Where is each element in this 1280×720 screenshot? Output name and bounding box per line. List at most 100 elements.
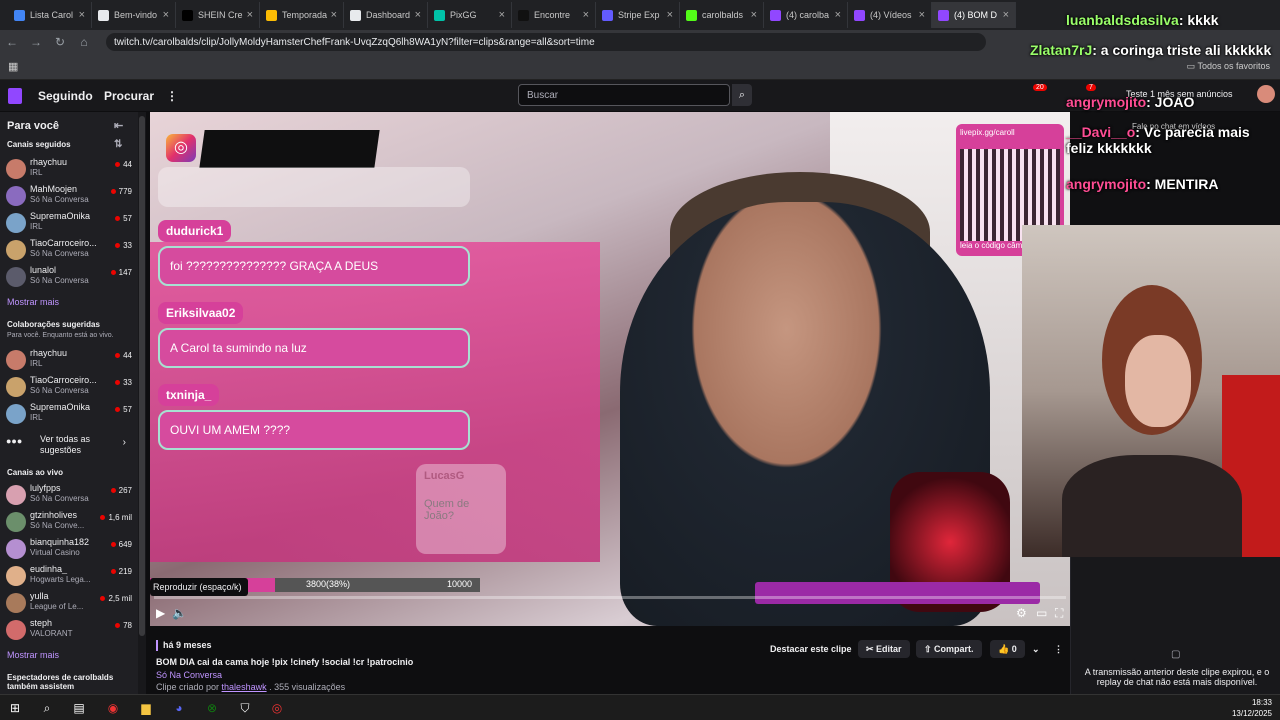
browser-tab[interactable]: PixGG × (428, 2, 512, 28)
sidebar-channel-suggested[interactable]: SupremaOnika IRL 57 (6, 402, 132, 426)
chat-message-bubble: A Carol ta sumindo na luz (158, 328, 470, 368)
back-icon[interactable]: ← (0, 35, 24, 49)
channel-category: Virtual Casino (30, 548, 80, 557)
fullscreen-icon[interactable]: ⛶ (1055, 606, 1063, 621)
chat-message-bubble: OUVI UM AMEM ???? (158, 410, 470, 450)
faded-chat-message (158, 167, 470, 207)
system-clock[interactable]: 18:33 13/12/2025 (1232, 697, 1272, 719)
browse-link[interactable]: Procurar (104, 89, 154, 103)
followed-channels-heading: Canais seguidos (7, 140, 71, 149)
close-tab-icon[interactable]: × (331, 9, 337, 21)
browser-tab[interactable]: (4) BOM D × (932, 2, 1016, 28)
close-tab-icon[interactable]: × (163, 9, 169, 21)
webcam-face (1125, 335, 1191, 427)
url-field[interactable]: twitch.tv/carolbalds/clip/JollyMoldyHams… (106, 33, 986, 51)
video-player[interactable]: ◎ dudurick1 foi ??????????????? GRAÇA A D… (150, 112, 1070, 626)
browser-tab[interactable]: (4) carolba × (764, 2, 848, 28)
scrollbar-thumb[interactable] (139, 116, 145, 636)
theater-mode-icon[interactable]: ▭ (1036, 606, 1047, 620)
screen: Lista Carol × Bem-vindo × SHEIN Cre × Temporad… (0, 0, 1280, 720)
live-channels-heading: Canais ao vivo (7, 468, 64, 477)
sidebar-channel-live[interactable]: bianquinha182 Virtual Casino 649 (6, 537, 132, 561)
browser-tab[interactable]: Stripe Exp × (596, 2, 680, 28)
close-tab-icon[interactable]: × (751, 9, 757, 21)
discord-icon[interactable]: ◕ (170, 699, 188, 717)
collapse-sidebar-icon[interactable]: ⇤ (114, 119, 123, 132)
browser-tab[interactable]: carolbalds × (680, 2, 764, 28)
clock-time: 18:33 (1251, 698, 1272, 707)
close-tab-icon[interactable]: × (79, 9, 85, 21)
sidebar-channel-followed[interactable]: lunalol Só Na Conversa 147 (6, 265, 132, 289)
like-button[interactable]: 👍 0 (990, 640, 1025, 658)
more-menu-icon[interactable]: ⋮ (166, 89, 178, 103)
sidebar-channel-followed[interactable]: SupremaOnika IRL 57 (6, 211, 132, 235)
twitch-logo-icon[interactable] (8, 88, 22, 104)
edit-button[interactable]: ✂ Editar (858, 640, 910, 658)
browser-tab[interactable]: Lista Carol × (8, 2, 92, 28)
tab-favicon-icon (14, 9, 25, 21)
reload-icon[interactable]: ↻ (48, 35, 72, 49)
viewer-count: 1,6 mil (100, 513, 132, 522)
like-dropdown-icon[interactable]: ⌄ (1024, 640, 1048, 658)
fading-chat-message: Quem de João? (424, 498, 470, 522)
seek-bar[interactable] (154, 596, 1066, 599)
browser-tab[interactable]: SHEIN Cre × (176, 2, 260, 28)
xbox-icon[interactable]: ⊗ (203, 699, 221, 717)
browser-tab[interactable]: Encontre × (512, 2, 596, 28)
tab-title: carolbalds (702, 10, 744, 20)
chrome-icon[interactable]: ◉ (104, 699, 122, 717)
close-tab-icon[interactable]: × (919, 9, 925, 21)
close-tab-icon[interactable]: × (499, 9, 505, 21)
close-tab-icon[interactable]: × (835, 9, 841, 21)
share-button[interactable]: ⇧ Compart. (916, 640, 982, 658)
sort-icon[interactable]: ⇅ (114, 139, 122, 150)
sidebar-channel-live[interactable]: lulyfpps Só Na Conversa 267 (6, 483, 132, 507)
highlight-clip-button[interactable]: Destacar este clipe (762, 640, 860, 658)
close-tab-icon[interactable]: × (583, 9, 589, 21)
close-tab-icon[interactable]: × (667, 9, 673, 21)
sidebar-channel-live[interactable]: gtzinholives Só Na Conve... 1,6 mil (6, 510, 132, 534)
sidebar-channel-live[interactable]: yulla League of Le... 2,5 mil (6, 591, 132, 615)
more-options-icon[interactable]: ⋮ (1046, 640, 1071, 658)
sidebar-channel-followed[interactable]: rhaychuu IRL 44 (6, 157, 132, 181)
browser-tab[interactable]: Bem-vindo × (92, 2, 176, 28)
close-tab-icon[interactable]: × (415, 9, 421, 21)
windows-start-icon[interactable]: ⊞ (6, 699, 24, 717)
following-link[interactable]: Seguindo (38, 89, 93, 103)
task-view-icon[interactable]: ▤ (70, 699, 88, 717)
play-icon[interactable]: ▶ (156, 606, 165, 620)
clip-created-prefix: Clipe criado por (156, 682, 220, 692)
search-icon[interactable]: ⌕ (732, 84, 752, 106)
obs-icon[interactable]: ◎ (268, 699, 286, 717)
volume-icon[interactable]: 🔈 (172, 606, 187, 620)
sidebar-channel-suggested[interactable]: rhaychuu IRL 44 (6, 348, 132, 372)
security-shield-icon[interactable]: ⛉ (236, 699, 254, 717)
apps-grid-icon[interactable]: ▦ (8, 60, 18, 73)
see-all-suggestions[interactable]: ●●● Ver todas as sugestões › (6, 433, 132, 457)
browser-tab[interactable]: (4) Vídeos × (848, 2, 932, 28)
clip-category-link[interactable]: Só Na Conversa (156, 670, 222, 680)
sidebar-channel-live[interactable]: eudinha_ Hogwarts Lega... 219 (6, 564, 132, 588)
channel-avatar (6, 566, 26, 586)
sidebar-channel-followed[interactable]: MahMoojen Só Na Conversa 779 (6, 184, 132, 208)
search-input[interactable]: Buscar (518, 84, 730, 106)
show-more-live-link[interactable]: Mostrar mais (7, 650, 59, 660)
search-taskbar-icon[interactable]: ⌕ (38, 699, 56, 717)
clip-creator-link[interactable]: thaleshawk (222, 682, 267, 692)
settings-gear-icon[interactable]: ⚙ (1016, 606, 1027, 620)
close-tab-icon[interactable]: × (1003, 9, 1009, 21)
sidebar-channel-followed[interactable]: TiaoCarroceiro... Só Na Conversa 33 (6, 238, 132, 262)
sidebar-channel-live[interactable]: steph VALORANT 78 (6, 618, 132, 642)
home-icon[interactable]: ⌂ (72, 35, 96, 49)
sidebar-scrollbar[interactable] (138, 112, 146, 694)
show-more-followed-link[interactable]: Mostrar mais (7, 297, 59, 307)
tab-title: Dashboard (366, 10, 411, 20)
close-tab-icon[interactable]: × (247, 9, 253, 21)
sidebar-channel-suggested[interactable]: TiaoCarroceiro... Só Na Conversa 33 (6, 375, 132, 399)
forward-icon[interactable]: → (24, 35, 48, 49)
channel-avatar (6, 512, 26, 532)
file-explorer-icon[interactable]: ▆ (137, 699, 155, 717)
browser-tab[interactable]: Dashboard × (344, 2, 428, 28)
all-favorites-link[interactable]: ▭ Todos os favoritos (1187, 61, 1270, 72)
browser-tab[interactable]: Temporada × (260, 2, 344, 28)
